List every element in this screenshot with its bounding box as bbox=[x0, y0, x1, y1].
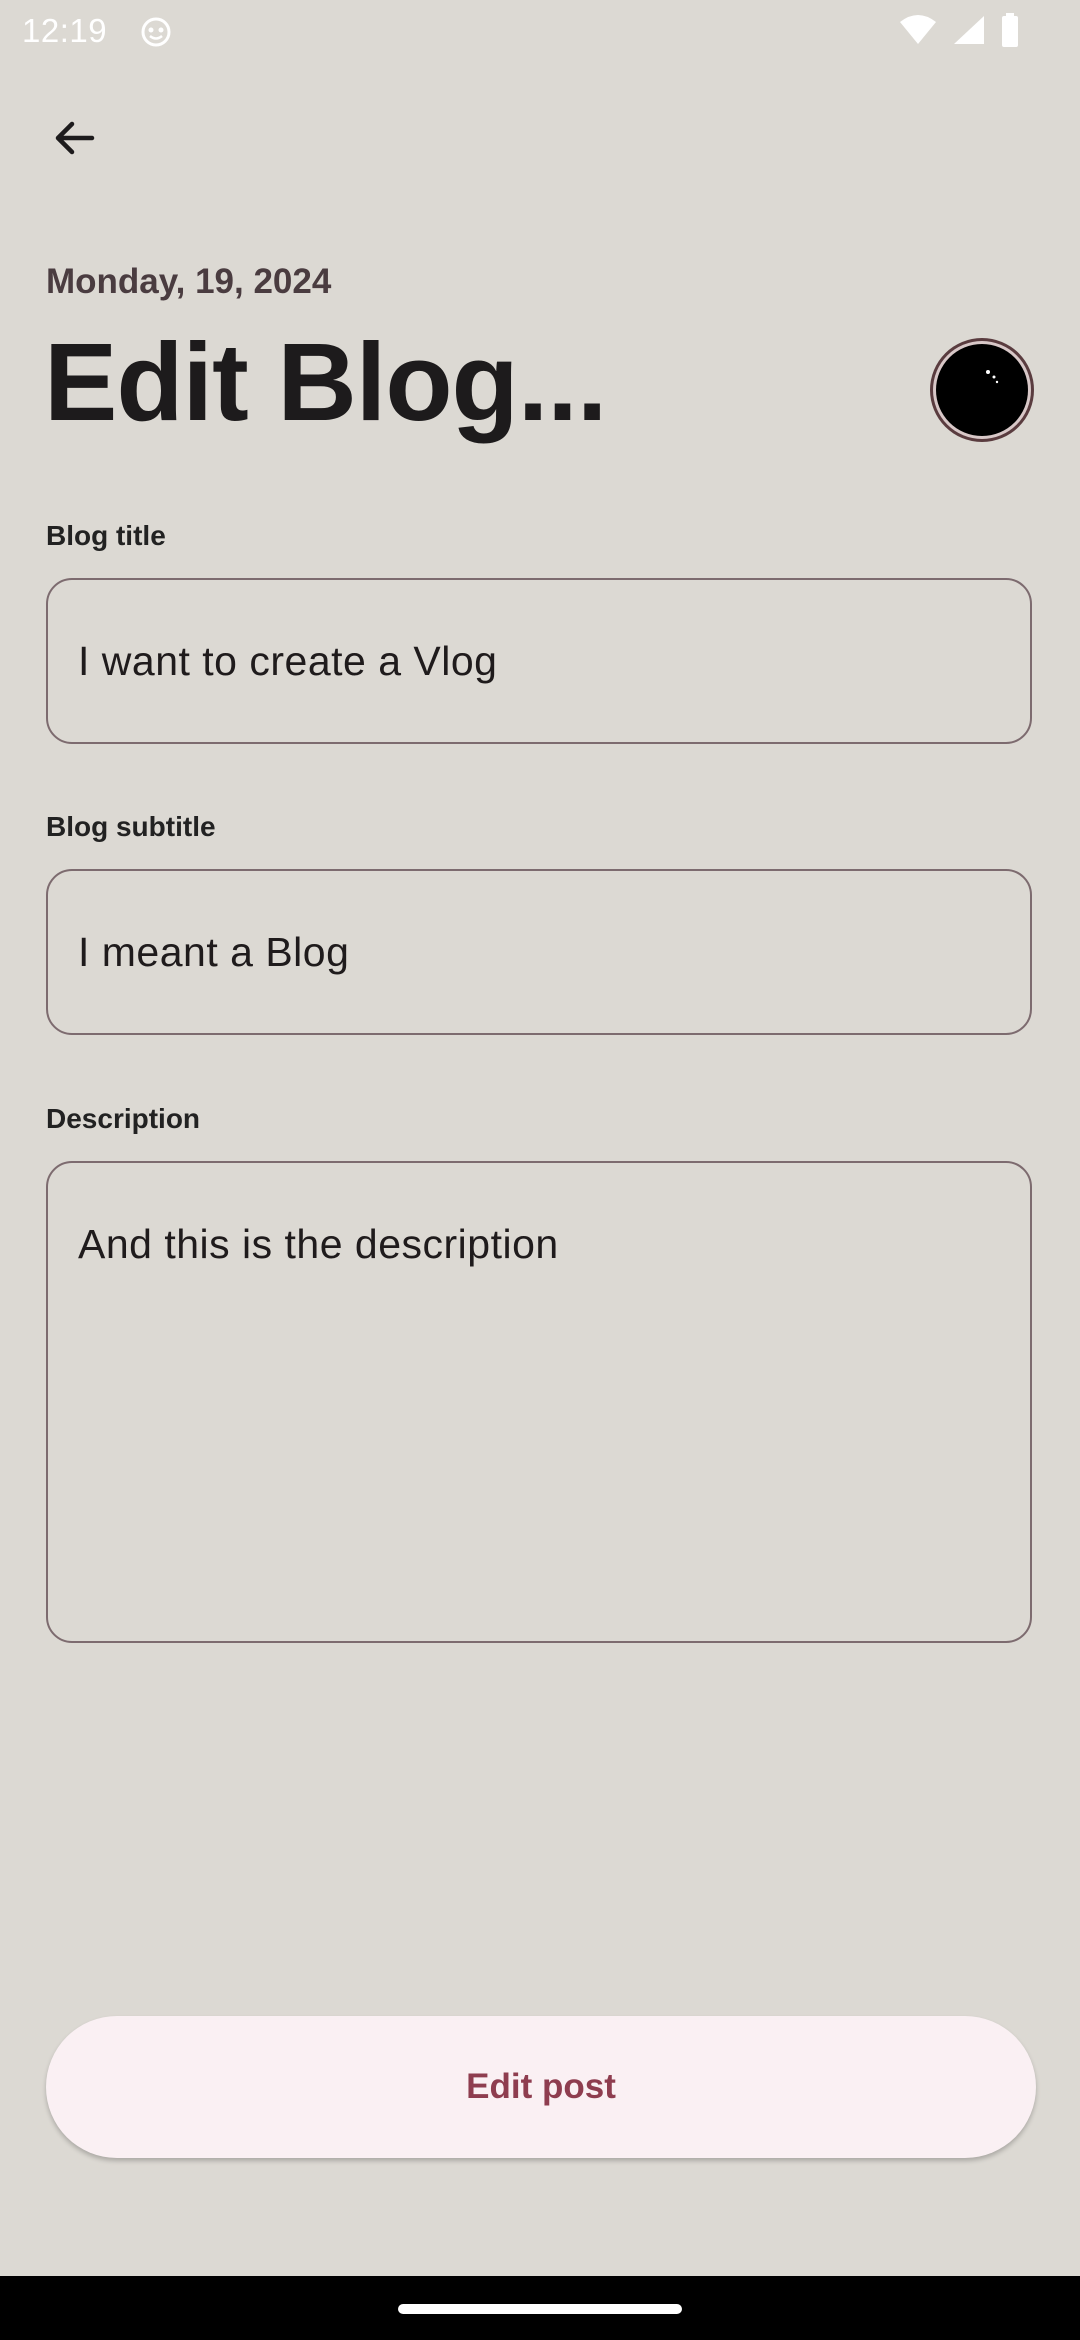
blog-subtitle-input[interactable]: I meant a Blog bbox=[46, 869, 1032, 1035]
page-title: Edit Blog... bbox=[44, 321, 607, 444]
navigation-bar bbox=[0, 2276, 1080, 2340]
blog-subtitle-value: I meant a Blog bbox=[78, 928, 350, 975]
status-icons bbox=[898, 12, 1020, 52]
date-label: Monday, 19, 2024 bbox=[46, 262, 332, 301]
description-input[interactable]: And this is the description bbox=[46, 1161, 1032, 1643]
arrow-back-icon bbox=[50, 114, 98, 167]
blog-subtitle-label: Blog subtitle bbox=[46, 811, 216, 842]
wifi-icon bbox=[898, 14, 938, 51]
description-label: Description bbox=[46, 1103, 201, 1134]
blog-title-value: I want to create a Vlog bbox=[78, 637, 498, 684]
home-gesture-handle[interactable] bbox=[398, 2304, 682, 2314]
app-notification-icon bbox=[140, 16, 172, 48]
blog-title-label: Blog title bbox=[46, 520, 166, 551]
battery-icon bbox=[1000, 12, 1020, 52]
back-button[interactable] bbox=[36, 102, 112, 178]
status-time: 12:19 bbox=[22, 12, 108, 49]
edit-post-button[interactable]: Edit post bbox=[46, 2016, 1036, 2158]
avatar[interactable] bbox=[936, 344, 1028, 436]
status-bar: 12:19 bbox=[0, 0, 1080, 64]
description-value: And this is the description bbox=[78, 1221, 559, 1267]
cell-signal-icon bbox=[952, 14, 986, 51]
blog-title-input[interactable]: I want to create a Vlog bbox=[46, 578, 1032, 744]
